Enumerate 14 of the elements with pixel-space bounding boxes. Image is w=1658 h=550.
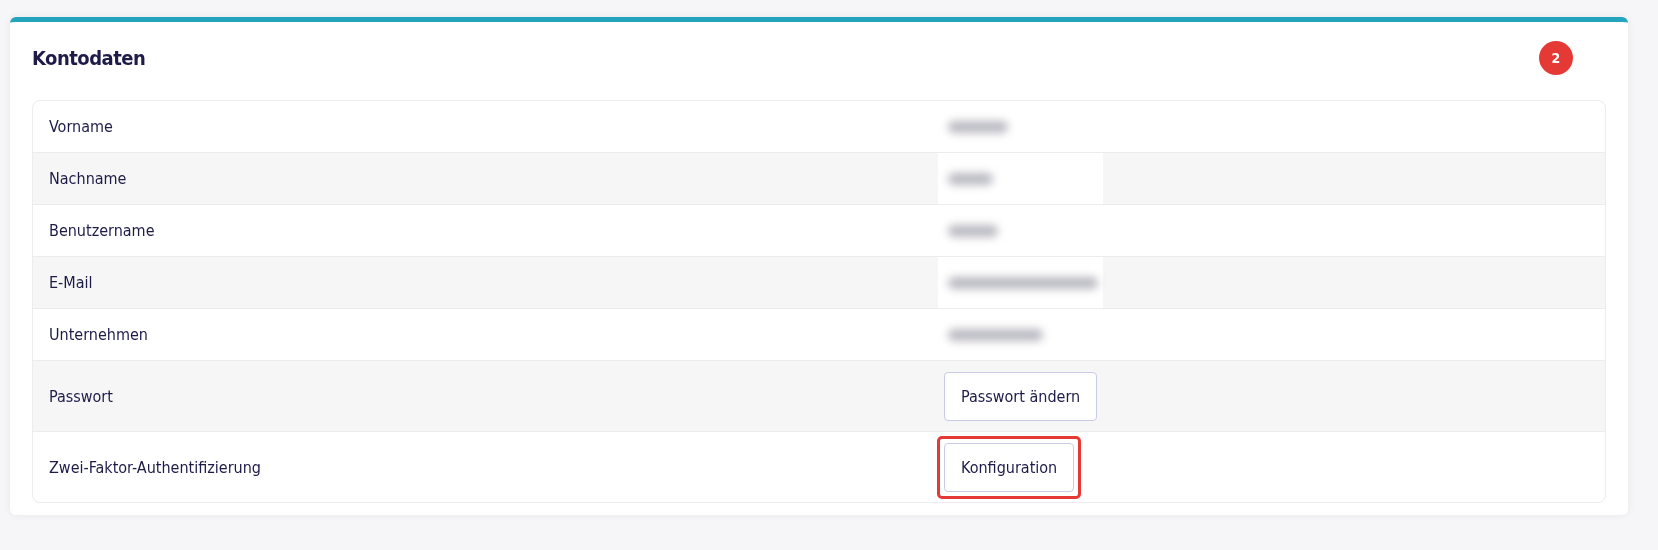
field-label: Nachname (48, 169, 128, 188)
field-label: Unternehmen (48, 325, 149, 344)
field-label: E-Mail (48, 273, 94, 292)
field-label: Passwort (48, 386, 114, 406)
field-label: Zwei-Faktor-Authentifizierung (48, 457, 262, 477)
action-button[interactable]: Passwort ändern (944, 371, 1098, 421)
card-title: Kontodaten (32, 46, 146, 70)
annotation-badge: 2 (1539, 41, 1573, 75)
field-label: Vorname (48, 117, 114, 136)
field-label: Benutzername (48, 221, 156, 240)
blurred-value (948, 224, 998, 237)
blurred-value (948, 172, 993, 185)
action-button[interactable]: Konfiguration (944, 442, 1075, 492)
blurred-value (948, 120, 1008, 133)
